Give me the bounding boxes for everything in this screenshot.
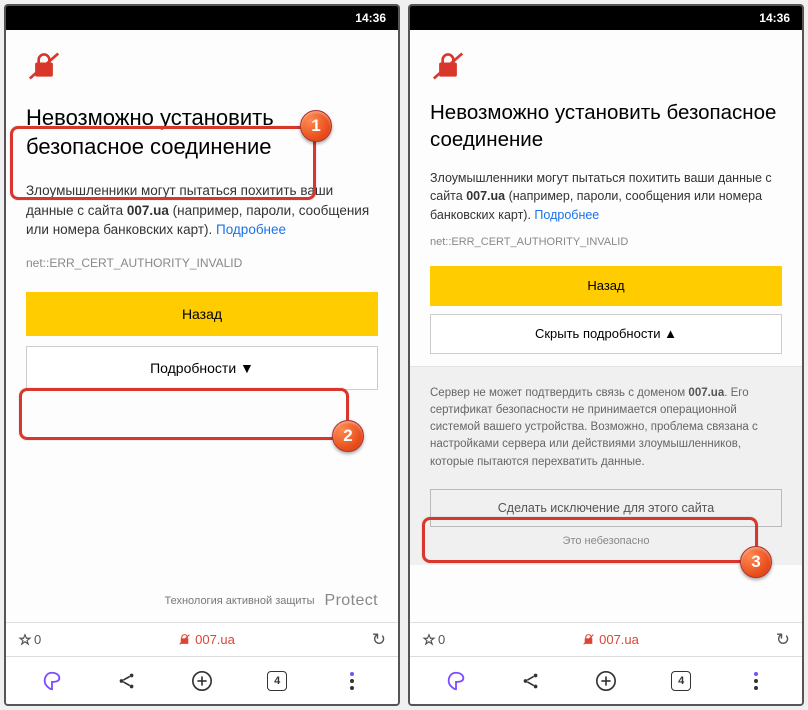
title-wrap: Невозможно установить безопасное соедине… (26, 104, 378, 161)
hide-details-button[interactable]: Скрыть подробности ▲ (430, 314, 782, 354)
bottom-nav: 4 (6, 656, 398, 704)
more-link[interactable]: Подробнее (534, 208, 599, 222)
back-button[interactable]: Назад (26, 292, 378, 336)
tabs-icon[interactable]: 4 (257, 661, 297, 701)
share-icon[interactable] (107, 661, 147, 701)
protect-tagline: Технология активной защиты (164, 595, 314, 607)
unsafe-warning: Это небезопасно (430, 535, 782, 547)
url-display[interactable]: 007.ua (41, 632, 372, 647)
home-icon[interactable] (436, 661, 476, 701)
error-description: Злоумышленники могут пытаться похитить в… (430, 169, 782, 223)
error-code: net::ERR_CERT_AUTHORITY_INVALID (26, 256, 378, 270)
new-tab-icon[interactable] (182, 661, 222, 701)
error-description: Злоумышленники могут пытаться похитить в… (26, 181, 378, 240)
protect-footer: Технология активной защиты Protect (164, 592, 378, 610)
error-code: net::ERR_CERT_AUTHORITY_INVALID (430, 236, 782, 248)
error-title: Невозможно установить безопасное соедине… (430, 100, 782, 153)
status-time: 14:36 (355, 11, 386, 25)
status-time: 14:36 (759, 11, 790, 25)
insecure-icon (178, 633, 191, 646)
url-bar[interactable]: 0 007.ua ↻ (410, 622, 802, 656)
more-icon[interactable] (736, 661, 776, 701)
url-bar[interactable]: 0 007.ua ↻ (6, 622, 398, 656)
insecure-icon (582, 633, 595, 646)
new-tab-icon[interactable] (586, 661, 626, 701)
phone-screenshot-right: 14:36 Невозможно установить безопасное с… (408, 4, 804, 706)
bookmark-star[interactable]: 0 (422, 632, 445, 647)
protect-logo: Protect (325, 592, 379, 610)
insecure-lock-icon (26, 50, 62, 82)
insecure-lock-icon (430, 50, 466, 82)
details-text: Сервер не может подтвердить связь с доме… (430, 385, 782, 471)
tabs-icon[interactable]: 4 (661, 661, 701, 701)
details-button[interactable]: Подробности ▼ (26, 346, 378, 390)
home-icon[interactable] (32, 661, 72, 701)
url-display[interactable]: 007.ua (445, 632, 776, 647)
annotation-badge-2: 2 (332, 420, 364, 452)
details-section: Сервер не может подтвердить связь с доме… (410, 366, 802, 565)
exception-button[interactable]: Сделать исключение для этого сайта (430, 489, 782, 527)
status-bar: 14:36 (410, 6, 802, 30)
more-link[interactable]: Подробнее (216, 222, 286, 237)
back-button[interactable]: Назад (430, 266, 782, 306)
bottom-nav: 4 (410, 656, 802, 704)
page-content: Невозможно установить безопасное соедине… (410, 30, 802, 622)
page-content: Невозможно установить безопасное соедине… (6, 30, 398, 622)
phone-screenshot-left: 14:36 Невозможно установить безопасное с… (4, 4, 400, 706)
error-title: Невозможно установить безопасное соедине… (26, 104, 378, 161)
status-bar: 14:36 (6, 6, 398, 30)
refresh-icon[interactable]: ↻ (776, 630, 790, 650)
share-icon[interactable] (511, 661, 551, 701)
bookmark-star[interactable]: 0 (18, 632, 41, 647)
annotation-highlight-2 (19, 388, 349, 440)
refresh-icon[interactable]: ↻ (372, 630, 386, 650)
more-icon[interactable] (332, 661, 372, 701)
